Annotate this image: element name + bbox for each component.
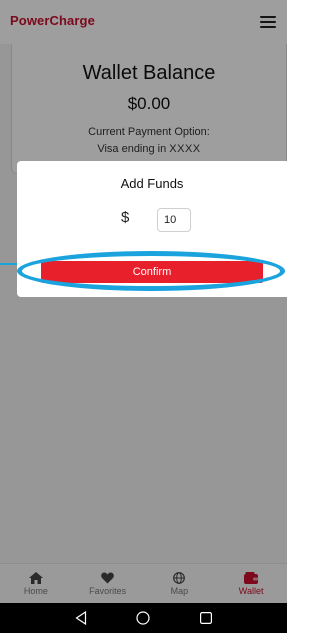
- modal-backdrop[interactable]: [0, 0, 287, 603]
- currency-symbol: $: [121, 209, 130, 226]
- home-circle-icon[interactable]: [133, 608, 153, 628]
- dialog-title: Add Funds: [120, 176, 184, 191]
- confirm-button[interactable]: Confirm: [41, 261, 263, 283]
- recents-icon[interactable]: [196, 608, 216, 628]
- back-icon[interactable]: [71, 608, 91, 628]
- amount-input[interactable]: [157, 208, 191, 232]
- add-funds-dialog: Add Funds $ Confirm: [17, 161, 287, 297]
- android-navigation-bar: [0, 603, 287, 633]
